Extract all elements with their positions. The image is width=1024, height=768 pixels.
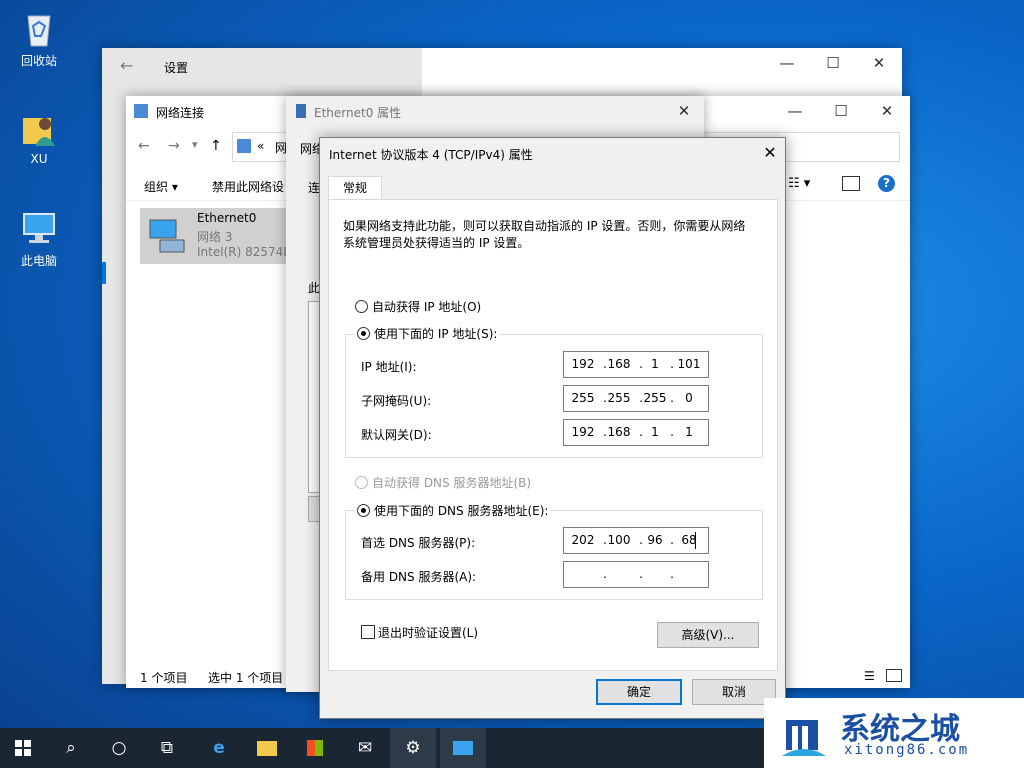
desktop-icon-user[interactable]: XU — [4, 108, 74, 166]
close-button[interactable]: ✕ — [856, 48, 902, 78]
address-prefix: « — [257, 139, 265, 153]
connection-name: Ethernet0 — [197, 211, 257, 225]
nav-forward-icon[interactable]: → — [168, 138, 180, 154]
preferred-dns-label: 首选 DNS 服务器(P): — [361, 536, 476, 550]
close-button[interactable]: ✕ — [664, 96, 704, 126]
user-folder-icon — [19, 108, 59, 148]
minimize-button[interactable]: — — [764, 48, 810, 78]
window-title: Ethernet0 属性 — [314, 106, 402, 120]
mail-icon[interactable]: ✉ — [342, 728, 388, 768]
desktop-icon-recycle-bin[interactable]: 回收站 — [4, 8, 74, 69]
tiles-view-icon[interactable] — [886, 669, 902, 682]
start-button[interactable] — [0, 728, 46, 768]
ethernet-icon — [296, 104, 306, 118]
search-icon[interactable]: ⌕ — [48, 728, 94, 768]
windows-logo-icon — [15, 740, 31, 756]
desktop-icon-this-pc[interactable]: 此电脑 — [4, 208, 74, 269]
validate-on-exit-checkbox[interactable]: 退出时验证设置(L) — [361, 624, 478, 641]
status-count: 1 个项目 — [140, 671, 188, 685]
tab-general[interactable]: 常规 — [328, 176, 382, 201]
desktop-icon-label: 此电脑 — [20, 254, 57, 268]
radio-icon — [355, 300, 368, 313]
store-icon[interactable] — [292, 728, 338, 768]
disable-device-button[interactable]: 禁用此网络设 — [212, 178, 284, 195]
preferred-dns-field[interactable]: 202. 100. 96. 68 — [563, 527, 709, 554]
radio-selected-icon — [357, 504, 370, 517]
cortana-icon[interactable]: ○ — [96, 728, 142, 768]
preview-pane-icon[interactable] — [842, 176, 860, 191]
desktop-icon-label: 回收站 — [20, 54, 57, 68]
default-gateway-label: 默认网关(D): — [361, 428, 432, 442]
desktop-icon-label: XU — [30, 152, 48, 166]
edge-browser-icon[interactable]: e — [196, 728, 242, 768]
connection-item-ethernet0[interactable]: Ethernet0 网络 3 Intel(R) 82574L — [140, 208, 290, 264]
alternate-dns-field[interactable]: . . . — [563, 561, 709, 588]
auto-dns-radio: 自动获得 DNS 服务器地址(B) — [355, 474, 531, 491]
description-text: 如果网络支持此功能，则可以获取自动指派的 IP 设置。否则，你需要从网络系统管理… — [343, 219, 746, 250]
address-icon — [237, 139, 251, 153]
maximize-button[interactable]: ☐ — [818, 96, 864, 126]
sidebar-selection-indicator — [102, 262, 106, 284]
alternate-dns-label: 备用 DNS 服务器(A): — [361, 570, 477, 584]
manual-dns-label: 使用下面的 DNS 服务器地址(E): — [374, 504, 549, 518]
ipv4-properties-dialog: Internet 协议版本 4 (TCP/IPv4) 属性 ✕ 常规 如果网络支… — [319, 137, 786, 719]
default-gateway-field[interactable]: 192. 168. 1. 1 — [563, 419, 709, 446]
connection-adapter: Intel(R) 82574L — [197, 245, 290, 259]
watermark-logo: 系统之城 xitong86.com — [764, 698, 1024, 768]
radio-disabled-icon — [355, 476, 368, 489]
general-panel: 如果网络支持此功能，则可以获取自动指派的 IP 设置。否则，你需要从网络系统管理… — [328, 199, 778, 671]
organize-button[interactable]: 组织 ▾ — [144, 178, 178, 195]
dialog-title: Internet 协议版本 4 (TCP/IPv4) 属性 — [329, 148, 533, 162]
ip-address-field[interactable]: 192. 168. 1. 101 — [563, 351, 709, 378]
file-explorer-icon[interactable] — [244, 728, 290, 768]
text-cursor — [695, 532, 696, 549]
back-button[interactable]: ← — [120, 56, 133, 75]
subnet-mask-field[interactable]: 255. 255. 255. 0 — [563, 385, 709, 412]
nav-up-icon[interactable]: ↑ — [210, 138, 222, 154]
network-folder-icon — [134, 104, 148, 118]
auto-ip-radio[interactable]: 自动获得 IP 地址(O) — [355, 298, 481, 315]
manual-ip-label: 使用下面的 IP 地址(S): — [374, 327, 498, 341]
network-adapter-icon — [146, 216, 186, 256]
validate-on-exit-label: 退出时验证设置(L) — [378, 626, 479, 640]
view-options-icon[interactable]: ☷ ▾ — [788, 176, 810, 191]
auto-ip-label: 自动获得 IP 地址(O) — [372, 300, 482, 314]
close-button[interactable]: ✕ — [864, 96, 910, 126]
network-connections-taskbar-icon[interactable] — [440, 728, 486, 768]
brand-logo-icon — [782, 720, 826, 756]
settings-title: 设置 — [164, 61, 189, 75]
advanced-button[interactable]: 高级(V)... — [657, 622, 759, 648]
auto-dns-label: 自动获得 DNS 服务器地址(B) — [372, 476, 532, 490]
radio-selected-icon — [357, 327, 370, 340]
help-icon[interactable]: ? — [878, 175, 895, 192]
nav-dropdown-icon[interactable]: ▾ — [192, 138, 198, 151]
checkbox-icon — [361, 625, 375, 639]
task-view-icon[interactable]: ⧉ — [144, 728, 190, 768]
manual-dns-radio[interactable]: 使用下面的 DNS 服务器地址(E): — [355, 502, 551, 519]
ip-address-label: IP 地址(I): — [361, 360, 417, 374]
settings-gear-icon[interactable]: ⚙ — [390, 728, 436, 768]
window-title: 网络连接 — [156, 106, 205, 120]
computer-icon — [19, 208, 59, 248]
subnet-mask-label: 子网掩码(U): — [361, 394, 432, 408]
recycle-bin-icon — [19, 8, 59, 48]
ok-button[interactable]: 确定 — [596, 679, 682, 705]
nav-back-icon[interactable]: ← — [138, 138, 150, 154]
details-view-icon[interactable]: ☰ — [864, 669, 875, 683]
brand-url: xitong86.com — [844, 742, 970, 758]
manual-ip-radio[interactable]: 使用下面的 IP 地址(S): — [355, 325, 500, 342]
status-selected: 选中 1 个项目 — [208, 671, 284, 685]
connection-network: 网络 3 — [197, 230, 233, 244]
maximize-button[interactable]: ☐ — [810, 48, 856, 78]
minimize-button[interactable]: — — [772, 96, 818, 126]
close-button[interactable]: ✕ — [756, 140, 784, 166]
